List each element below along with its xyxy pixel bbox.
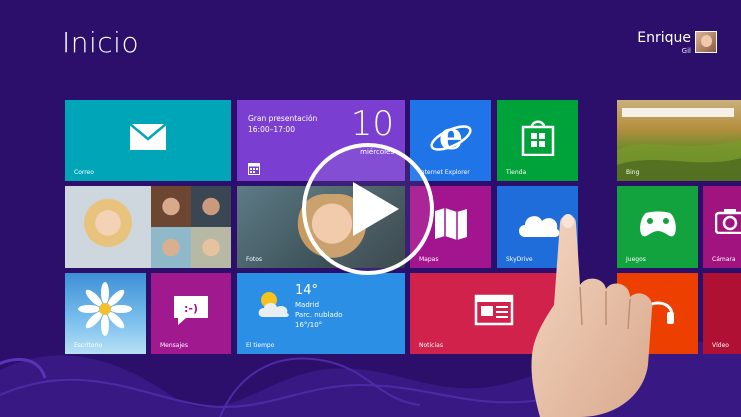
ie-icon: e bbox=[429, 115, 472, 158]
tile-camera-label: Cámara bbox=[712, 256, 736, 263]
tile-internet-explorer[interactable]: e Internet Explorer bbox=[410, 100, 491, 181]
tile-store-label: Tienda bbox=[506, 169, 527, 176]
envelope-icon bbox=[129, 123, 167, 151]
tile-desktop[interactable]: Escritorio bbox=[65, 273, 146, 354]
tile-maps-label: Mapas bbox=[419, 256, 439, 263]
weather-city: Madrid bbox=[295, 301, 320, 309]
tile-messaging-label: Mensajes bbox=[160, 342, 188, 349]
person-photo bbox=[191, 186, 231, 227]
calendar-event-time: 16:00–17:00 bbox=[248, 125, 295, 134]
store-bag-icon bbox=[521, 120, 554, 157]
play-icon bbox=[353, 182, 399, 236]
person-photo bbox=[151, 186, 191, 227]
person-photo bbox=[65, 186, 151, 268]
daisy-wallpaper-image bbox=[78, 282, 132, 336]
tile-news-label: Noticias bbox=[419, 342, 443, 349]
user-last-name: Gil bbox=[681, 47, 691, 55]
calendar-event-title: Gran presentación bbox=[248, 114, 318, 123]
newspaper-icon bbox=[474, 295, 514, 326]
map-icon bbox=[434, 207, 467, 240]
person-photo bbox=[151, 227, 191, 268]
avatar[interactable] bbox=[695, 31, 717, 53]
bing-search-box bbox=[622, 108, 734, 117]
camera-icon bbox=[715, 209, 741, 234]
tile-desktop-label: Escritorio bbox=[74, 342, 103, 349]
video-play-button[interactable] bbox=[302, 143, 434, 275]
tile-ie-label: Internet Explorer bbox=[419, 169, 470, 176]
tile-video-label: Vídeo bbox=[712, 342, 729, 349]
weather-range: 16°/10° bbox=[295, 321, 323, 329]
tile-photos-label: Fotos bbox=[246, 256, 263, 263]
page-title: Inicio bbox=[62, 26, 140, 59]
tile-video[interactable]: Vídeo bbox=[703, 273, 741, 354]
calendar-day-number: 10 bbox=[350, 104, 394, 144]
weather-temperature: 14° bbox=[295, 283, 319, 298]
tile-weather-label: El tiempo bbox=[246, 342, 275, 349]
smiley-bubble-icon: :-) bbox=[174, 296, 208, 326]
weather-condition: Parc. nublado bbox=[295, 311, 343, 319]
tile-weather[interactable]: 14° Madrid Parc. nublado 16°/10° El tiem… bbox=[237, 273, 405, 354]
calendar-icon bbox=[248, 163, 260, 175]
hand-pointer-image bbox=[531, 214, 653, 417]
tile-messaging[interactable]: :-) Mensajes bbox=[151, 273, 231, 354]
tile-store[interactable]: Tienda bbox=[497, 100, 578, 181]
svg-text:e: e bbox=[438, 115, 462, 158]
user-first-name: Enrique bbox=[637, 30, 691, 46]
sun-cloud-icon bbox=[258, 292, 289, 317]
tile-mail-label: Correo bbox=[74, 169, 94, 176]
tile-bing[interactable]: Bing bbox=[617, 100, 741, 181]
tile-mail[interactable]: Correo bbox=[65, 100, 231, 181]
tile-bing-label: Bing bbox=[626, 169, 640, 176]
person-photo bbox=[191, 227, 231, 268]
tile-camera[interactable]: Cámara bbox=[703, 186, 741, 268]
tile-people[interactable] bbox=[65, 186, 231, 268]
svg-text::-): :-) bbox=[184, 302, 198, 315]
